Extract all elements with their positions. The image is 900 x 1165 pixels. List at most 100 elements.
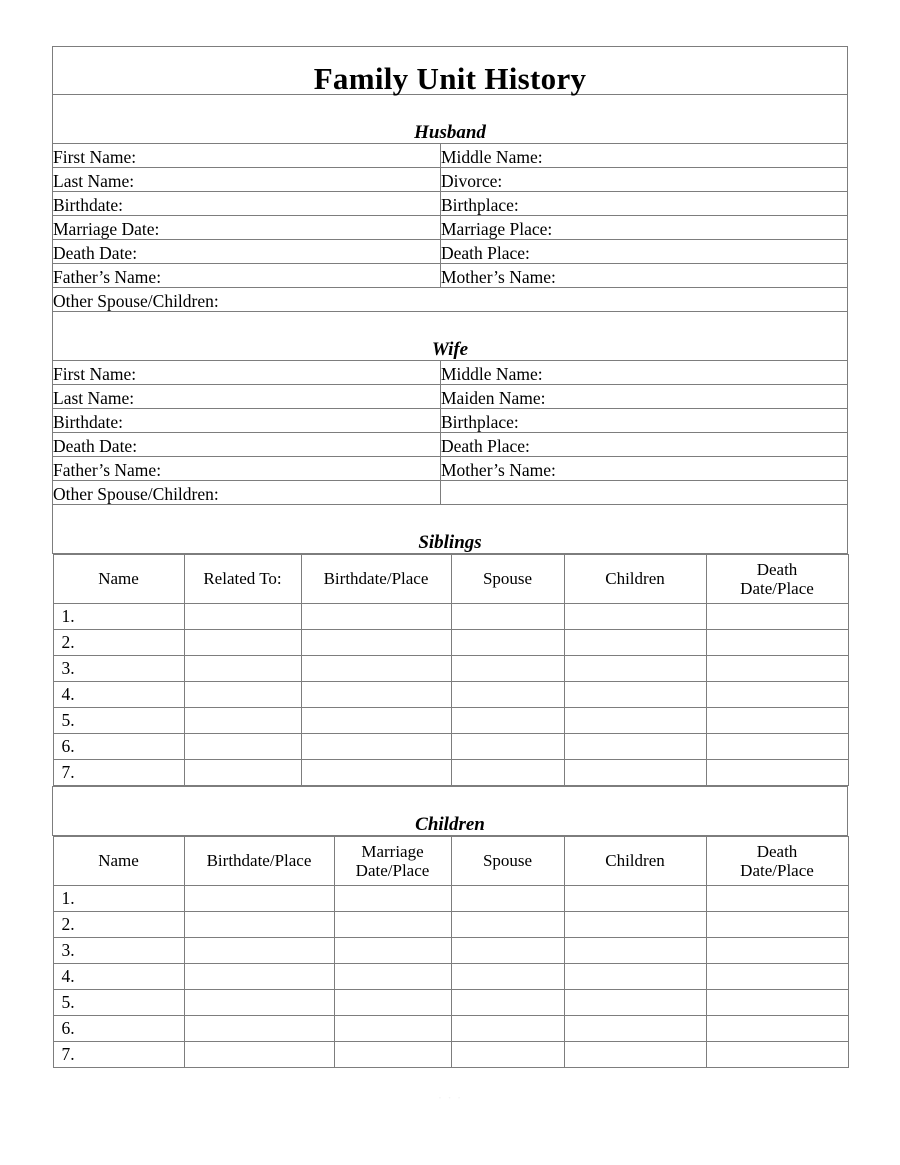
children-cell-death-date-place[interactable] <box>705 963 849 990</box>
field-label-husband-birthdate[interactable]: Birthdate: <box>52 191 441 216</box>
siblings-cell-related-to[interactable] <box>183 655 302 682</box>
field-label-wife-mother-name[interactable]: Mother’s Name: <box>440 456 848 481</box>
siblings-cell-children[interactable] <box>563 655 707 682</box>
siblings-row-number[interactable]: 5. <box>52 707 185 734</box>
siblings-cell-birthdate-place[interactable] <box>300 681 452 708</box>
children-cell-spouse[interactable] <box>450 1041 565 1068</box>
children-cell-children[interactable] <box>563 885 707 912</box>
siblings-cell-birthdate-place[interactable] <box>300 603 452 630</box>
field-label-husband-other-spouse-children[interactable]: Other Spouse/Children: <box>52 287 848 312</box>
children-cell-spouse[interactable] <box>450 989 565 1016</box>
children-cell-birthdate-place[interactable] <box>183 885 335 912</box>
siblings-cell-birthdate-place[interactable] <box>300 655 452 682</box>
children-cell-children[interactable] <box>563 911 707 938</box>
children-cell-birthdate-place[interactable] <box>183 911 335 938</box>
siblings-cell-children[interactable] <box>563 681 707 708</box>
field-label-husband-birthplace[interactable]: Birthplace: <box>440 191 848 216</box>
siblings-cell-death-date-place[interactable] <box>705 603 849 630</box>
siblings-cell-death-date-place[interactable] <box>705 655 849 682</box>
siblings-cell-death-date-place[interactable] <box>705 759 849 786</box>
children-cell-children[interactable] <box>563 989 707 1016</box>
children-cell-marriage-date-place[interactable] <box>333 937 452 964</box>
siblings-row-number[interactable]: 7. <box>52 759 185 786</box>
children-cell-marriage-date-place[interactable] <box>333 885 452 912</box>
siblings-cell-spouse[interactable] <box>450 655 565 682</box>
field-label-husband-death-date[interactable]: Death Date: <box>52 239 441 264</box>
siblings-cell-death-date-place[interactable] <box>705 733 849 760</box>
field-label-husband-first-name[interactable]: First Name: <box>52 143 441 168</box>
field-label-husband-last-name[interactable]: Last Name: <box>52 167 441 192</box>
children-cell-children[interactable] <box>563 1015 707 1042</box>
children-row-number[interactable]: 1. <box>52 885 185 912</box>
siblings-cell-birthdate-place[interactable] <box>300 733 452 760</box>
siblings-row-number[interactable]: 2. <box>52 629 185 656</box>
siblings-cell-spouse[interactable] <box>450 629 565 656</box>
siblings-cell-birthdate-place[interactable] <box>300 759 452 786</box>
field-label-wife-middle-name[interactable]: Middle Name: <box>440 360 848 385</box>
children-row-number[interactable]: 2. <box>52 911 185 938</box>
siblings-cell-children[interactable] <box>563 733 707 760</box>
field-label-husband-marriage-place[interactable]: Marriage Place: <box>440 215 848 240</box>
children-cell-spouse[interactable] <box>450 963 565 990</box>
siblings-row-number[interactable]: 3. <box>52 655 185 682</box>
field-label-wife-first-name[interactable]: First Name: <box>52 360 441 385</box>
field-label-wife-birthplace[interactable]: Birthplace: <box>440 408 848 433</box>
field-label-wife-father-name[interactable]: Father’s Name: <box>52 456 441 481</box>
children-cell-birthdate-place[interactable] <box>183 989 335 1016</box>
siblings-cell-spouse[interactable] <box>450 603 565 630</box>
children-cell-death-date-place[interactable] <box>705 885 849 912</box>
siblings-cell-related-to[interactable] <box>183 681 302 708</box>
children-row-number[interactable]: 3. <box>52 937 185 964</box>
field-label-wife-death-place[interactable]: Death Place: <box>440 432 848 457</box>
siblings-cell-children[interactable] <box>563 707 707 734</box>
children-row-number[interactable]: 7. <box>52 1041 185 1068</box>
siblings-cell-related-to[interactable] <box>183 707 302 734</box>
siblings-cell-spouse[interactable] <box>450 733 565 760</box>
field-label-husband-father-name[interactable]: Father’s Name: <box>52 263 441 288</box>
field-label-wife-birthdate[interactable]: Birthdate: <box>52 408 441 433</box>
siblings-cell-birthdate-place[interactable] <box>300 707 452 734</box>
siblings-cell-related-to[interactable] <box>183 603 302 630</box>
siblings-row-number[interactable]: 4. <box>52 681 185 708</box>
children-row-number[interactable]: 5. <box>52 989 185 1016</box>
children-cell-marriage-date-place[interactable] <box>333 1015 452 1042</box>
children-cell-birthdate-place[interactable] <box>183 963 335 990</box>
field-label-wife-last-name[interactable]: Last Name: <box>52 384 441 409</box>
siblings-cell-death-date-place[interactable] <box>705 629 849 656</box>
children-cell-children[interactable] <box>563 963 707 990</box>
siblings-cell-birthdate-place[interactable] <box>300 629 452 656</box>
field-label-wife-maiden-name[interactable]: Maiden Name: <box>440 384 848 409</box>
children-cell-birthdate-place[interactable] <box>183 1015 335 1042</box>
field-label-husband-marriage-date[interactable]: Marriage Date: <box>52 215 441 240</box>
siblings-cell-related-to[interactable] <box>183 733 302 760</box>
siblings-cell-children[interactable] <box>563 759 707 786</box>
children-cell-death-date-place[interactable] <box>705 937 849 964</box>
children-cell-spouse[interactable] <box>450 885 565 912</box>
field-label-husband-divorce[interactable]: Divorce: <box>440 167 848 192</box>
field-label-husband-mother-name[interactable]: Mother’s Name: <box>440 263 848 288</box>
field-value-wife-other-spouse-children[interactable] <box>440 480 848 505</box>
siblings-cell-children[interactable] <box>563 629 707 656</box>
siblings-row-number[interactable]: 1. <box>52 603 185 630</box>
children-cell-children[interactable] <box>563 937 707 964</box>
siblings-cell-death-date-place[interactable] <box>705 707 849 734</box>
children-cell-marriage-date-place[interactable] <box>333 989 452 1016</box>
siblings-cell-related-to[interactable] <box>183 629 302 656</box>
children-cell-children[interactable] <box>563 1041 707 1068</box>
field-label-wife-other-spouse-children[interactable]: Other Spouse/Children: <box>52 480 441 505</box>
children-cell-death-date-place[interactable] <box>705 1015 849 1042</box>
children-cell-marriage-date-place[interactable] <box>333 963 452 990</box>
children-cell-birthdate-place[interactable] <box>183 1041 335 1068</box>
children-cell-birthdate-place[interactable] <box>183 937 335 964</box>
siblings-cell-children[interactable] <box>563 603 707 630</box>
field-label-wife-death-date[interactable]: Death Date: <box>52 432 441 457</box>
siblings-cell-related-to[interactable] <box>183 759 302 786</box>
siblings-row-number[interactable]: 6. <box>52 733 185 760</box>
field-label-husband-death-place[interactable]: Death Place: <box>440 239 848 264</box>
children-cell-death-date-place[interactable] <box>705 1041 849 1068</box>
siblings-cell-spouse[interactable] <box>450 759 565 786</box>
siblings-cell-spouse[interactable] <box>450 681 565 708</box>
children-cell-spouse[interactable] <box>450 937 565 964</box>
children-cell-spouse[interactable] <box>450 1015 565 1042</box>
children-cell-death-date-place[interactable] <box>705 989 849 1016</box>
